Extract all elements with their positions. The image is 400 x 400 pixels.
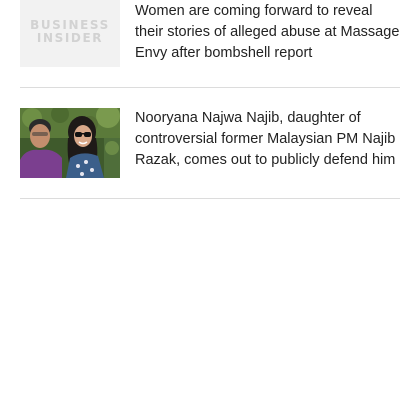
article-thumbnail[interactable] (20, 108, 120, 178)
divider (20, 198, 400, 199)
article-card[interactable]: BUSINESS INSIDER Women are coming forwar… (20, 0, 400, 87)
article-feed: BUSINESS INSIDER Women are coming forwar… (0, 0, 400, 400)
article-headline-link[interactable]: Nooryana Najwa Najib, daughter of contro… (135, 108, 400, 171)
article-photo (20, 108, 120, 178)
article-thumbnail[interactable]: BUSINESS INSIDER (20, 0, 120, 67)
article-headline-link[interactable]: Women are coming forward to reveal their… (135, 1, 400, 64)
publisher-logo-line-2: INSIDER (36, 31, 104, 45)
article-card[interactable]: Nooryana Najwa Najib, daughter of contro… (20, 88, 400, 198)
